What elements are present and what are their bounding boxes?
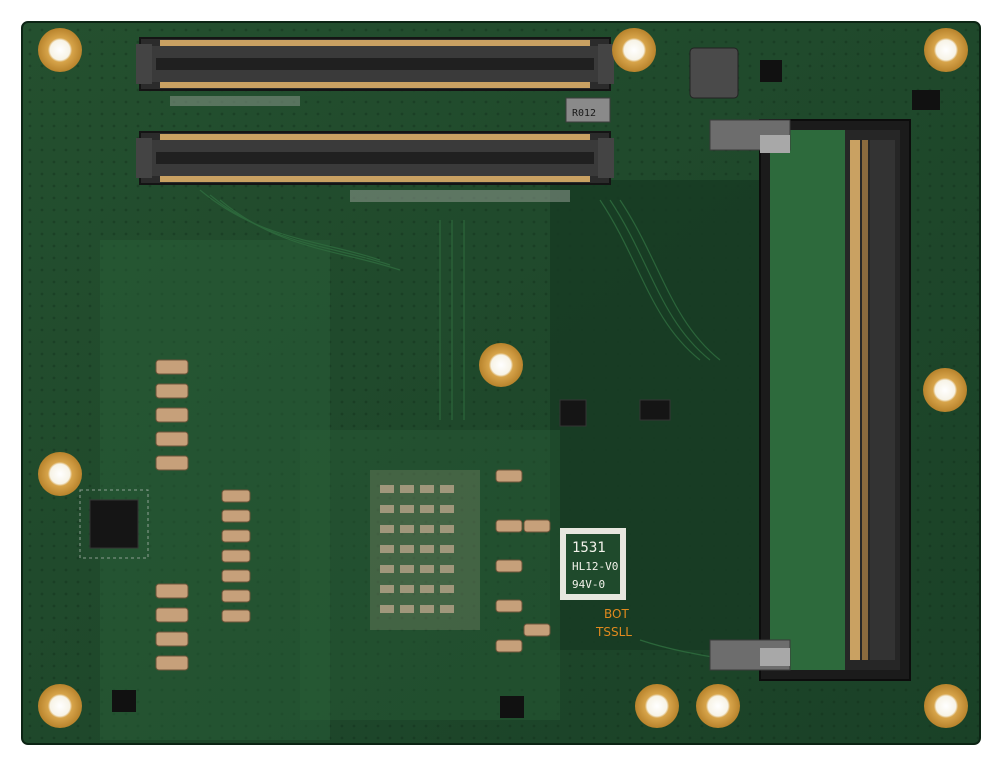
pcb-photo: 1531 HL12-V0 94V-0 BOT TSSLL R012 bbox=[21, 21, 981, 745]
passive-matrix bbox=[370, 470, 480, 630]
flammability-text: 94V-0 bbox=[572, 578, 605, 591]
maker-text: TSSLL bbox=[595, 625, 632, 639]
current-sense-resistor: R012 bbox=[565, 97, 611, 123]
board-to-board-connector-a bbox=[136, 37, 614, 91]
date-code-text: 1531 bbox=[572, 540, 606, 556]
side-text: BOT bbox=[604, 607, 629, 621]
board-to-board-connector-b bbox=[136, 131, 614, 185]
photo-stage: 1531 HL12-V0 94V-0 BOT TSSLL R012 bbox=[0, 0, 1000, 768]
part-mark-text: R012 bbox=[572, 108, 596, 119]
ul-mark-text: HL12-V0 bbox=[572, 560, 618, 573]
